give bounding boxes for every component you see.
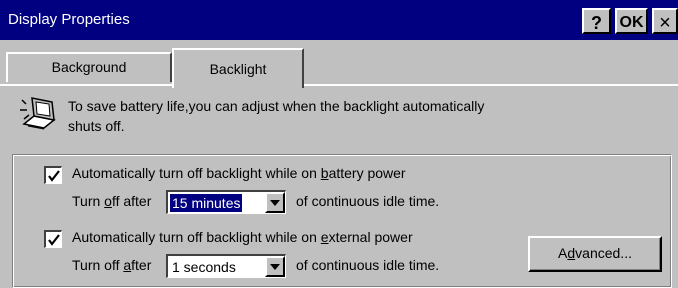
ok-button[interactable]: OK [615,8,648,34]
tab-background[interactable]: Background [6,52,172,82]
battery-power-checkbox[interactable] [44,166,62,184]
tab-divider [304,84,678,86]
dropdown-arrow-icon[interactable] [265,256,285,277]
checkmark-icon [48,234,60,246]
tab-strip: Background Backlight [0,40,678,88]
backlight-laptop-icon [18,94,58,134]
battery-timeout-value: 15 minutes [168,193,244,213]
tab-backlight[interactable]: Backlight [172,48,304,88]
info-line-1: To save battery life,you can adjust when… [68,98,485,114]
external-timeout-value: 1 seconds [172,259,236,275]
battery-power-label: Automatically turn off backlight while o… [72,165,406,181]
external-power-checkbox[interactable] [44,230,62,248]
dropdown-arrow-icon[interactable] [265,192,285,213]
window-title: Display Properties [8,11,130,28]
title-bar: Display Properties ? OK × [0,0,678,40]
checkmark-icon [48,170,60,182]
battery-turnoff-label: Turn off after [72,193,152,209]
advanced-button[interactable]: Advanced... [528,236,662,272]
display-properties-window: Display Properties ? OK × Background Bac… [0,0,678,288]
tab-divider [0,84,174,86]
info-text: To save battery life,you can adjust when… [68,96,588,136]
external-power-label: Automatically turn off backlight while o… [72,229,413,245]
external-turnoff-label: Turn off after [72,257,152,273]
help-button[interactable]: ? [582,8,611,34]
external-idle-suffix: of continuous idle time. [296,257,440,273]
battery-idle-suffix: of continuous idle time. [296,193,440,209]
battery-timeout-dropdown[interactable]: 15 minutes [166,190,286,214]
external-timeout-dropdown[interactable]: 1 seconds [166,254,286,278]
close-button[interactable]: × [652,8,678,34]
info-line-2: shuts off. [68,118,125,134]
